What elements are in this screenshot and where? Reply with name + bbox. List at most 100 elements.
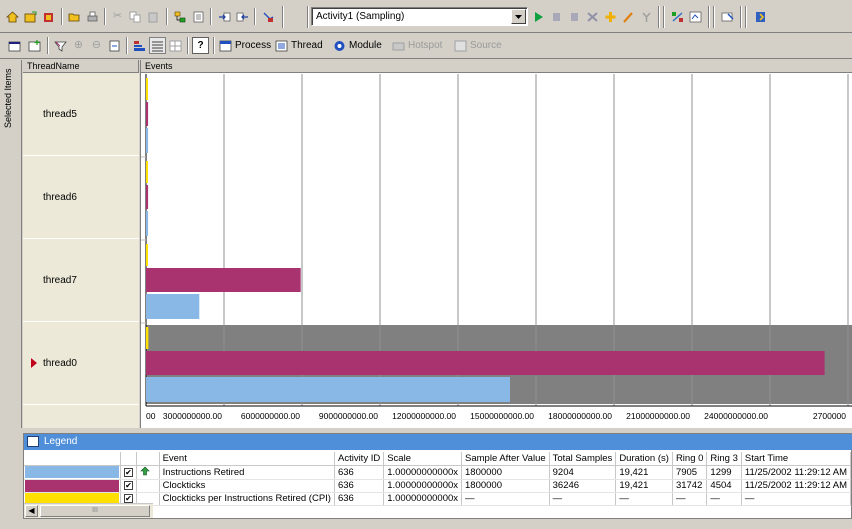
activity-select[interactable]: Activity1 (Sampling) <box>311 7 528 26</box>
legend-sample-after: — <box>461 492 550 506</box>
wizard-icon[interactable] <box>40 8 57 25</box>
legend-table: Event Activity ID Scale Sample After Val… <box>24 452 852 506</box>
legend-header-cell[interactable]: Scale <box>383 452 463 466</box>
x-tick-label: 3000000000.00 <box>163 411 222 421</box>
export-icon[interactable] <box>234 8 251 25</box>
legend-icon <box>27 436 39 447</box>
legend-activity-id: 636 <box>334 492 385 506</box>
tab-process[interactable]: Process <box>219 37 271 54</box>
legend-header-cell[interactable]: Event <box>159 452 335 466</box>
legend-activity-id: 636 <box>334 479 385 493</box>
chevron-down-icon[interactable] <box>511 9 526 24</box>
sort-icon[interactable] <box>131 37 148 54</box>
legend-start-time: 11/25/2002 11:29:12 AM <box>741 479 852 493</box>
series-visible-checkbox[interactable]: ✔ <box>124 494 133 503</box>
zoom-in-icon[interactable]: ⊕ <box>70 37 87 54</box>
tab-source[interactable]: Source <box>454 37 502 54</box>
delete-icon[interactable] <box>638 8 655 25</box>
activity-wizard-icon[interactable] <box>260 8 277 25</box>
help-icon[interactable] <box>752 8 769 25</box>
legend-total-samples: — <box>549 492 617 506</box>
compare-icon[interactable] <box>669 8 686 25</box>
legend-header-cell[interactable]: Ring 0 <box>672 452 708 466</box>
thread-row[interactable]: thread7 <box>23 240 139 322</box>
properties-icon[interactable] <box>190 8 207 25</box>
zoom-out-icon[interactable]: ⊖ <box>88 37 105 54</box>
check-column-header <box>120 452 137 466</box>
filter-icon[interactable] <box>52 37 69 54</box>
activity-select-value: Activity1 (Sampling) <box>316 11 405 22</box>
print-icon[interactable] <box>84 8 101 25</box>
cut-icon[interactable]: ✂ <box>109 8 126 25</box>
legend-duration: 19,421 <box>615 465 673 480</box>
legend-header-cell[interactable]: Total Samples <box>549 452 617 466</box>
series-color-swatch[interactable] <box>25 479 119 492</box>
grid-view-icon[interactable] <box>167 37 184 54</box>
thread-row[interactable]: thread6 <box>23 157 139 239</box>
bar-thread6-series-2 <box>146 211 149 236</box>
legend-header-cell[interactable]: Ring 3 <box>706 452 742 466</box>
legend-start-time: — <box>741 492 852 506</box>
series-visible-checkbox[interactable]: ✔ <box>124 481 133 490</box>
legend-row[interactable]: ✔ Instructions Retired 636 1.00000000000… <box>24 465 852 480</box>
legend-scale: 1.00000000000x <box>383 479 463 493</box>
hierarchy-icon[interactable] <box>172 8 189 25</box>
thread-list: ThreadName thread5 thread6 thread7 threa… <box>23 60 139 428</box>
x-tick-label: 21000000000.00 <box>626 411 690 421</box>
stop-icon[interactable] <box>566 8 583 25</box>
open-folder-icon[interactable] <box>66 8 83 25</box>
fit-icon[interactable] <box>106 37 123 54</box>
legend-ring0: 7905 <box>672 465 708 480</box>
legend-panel: Legend Event Activity ID Scale Sample Af… <box>23 433 852 519</box>
paste-icon[interactable] <box>145 8 162 25</box>
tuning-icon[interactable] <box>687 8 704 25</box>
legend-header-cell[interactable]: Activity ID <box>334 452 385 466</box>
legend-row[interactable]: ✔ Clockticks 636 1.00000000000x 1800000 … <box>24 479 852 493</box>
series-color-swatch[interactable] <box>25 466 119 478</box>
tab-hotspot[interactable]: Hotspot <box>392 37 442 54</box>
legend-sample-after: 1800000 <box>461 479 550 493</box>
series-visible-checkbox[interactable]: ✔ <box>124 467 133 477</box>
add-view-icon[interactable] <box>26 37 43 54</box>
pause-icon[interactable] <box>548 8 565 25</box>
threadname-column-header[interactable]: ThreadName <box>23 60 139 73</box>
new-view-icon[interactable] <box>6 37 23 54</box>
legend-activity-id: 636 <box>334 465 385 480</box>
thread-row-selected[interactable]: thread0 <box>23 323 139 405</box>
edit-icon[interactable] <box>620 8 637 25</box>
thread-row[interactable]: thread5 <box>23 74 139 156</box>
x-tick-label: 15000000000.00 <box>470 411 534 421</box>
legend-event: Instructions Retired <box>159 465 335 480</box>
list-view-icon[interactable] <box>149 37 166 54</box>
tab-module[interactable]: Module <box>333 37 382 54</box>
options-icon[interactable] <box>719 8 736 25</box>
bar-thread7-series-0 <box>146 244 148 266</box>
run-icon[interactable] <box>530 8 547 25</box>
legend-ring3: 1299 <box>706 465 742 480</box>
new-project-icon[interactable] <box>22 8 39 25</box>
legend-title: Legend <box>44 436 78 447</box>
scroll-thumb[interactable]: III <box>40 505 150 517</box>
thread-name: thread7 <box>43 275 77 286</box>
question-icon[interactable]: ? <box>192 37 209 54</box>
legend-ring0: — <box>672 492 708 506</box>
thread-name: thread6 <box>43 192 77 203</box>
copy-icon[interactable] <box>127 8 144 25</box>
cancel-icon[interactable] <box>584 8 601 25</box>
bar-thread6-series-0 <box>146 161 148 183</box>
bar-thread0-series-0 <box>146 327 149 349</box>
legend-header-cell[interactable]: Sample After Value <box>461 452 550 466</box>
legend-title-bar: Legend <box>24 434 852 450</box>
legend-header-cell[interactable]: Duration (s) <box>615 452 673 466</box>
tab-thread[interactable]: Thread <box>275 37 323 54</box>
legend-header-cell[interactable]: Start Time <box>741 452 852 466</box>
color-column-header <box>24 452 121 466</box>
scroll-left-icon[interactable]: ◀ <box>25 505 38 517</box>
selected-items-tab[interactable]: Selected Items <box>0 60 22 428</box>
import-icon[interactable] <box>216 8 233 25</box>
up-arrow-icon <box>140 466 150 475</box>
legend-horizontal-scrollbar[interactable]: ◀ III <box>24 503 153 518</box>
add-activity-icon[interactable] <box>602 8 619 25</box>
thread-name: thread0 <box>43 358 77 369</box>
home-icon[interactable] <box>4 8 21 25</box>
